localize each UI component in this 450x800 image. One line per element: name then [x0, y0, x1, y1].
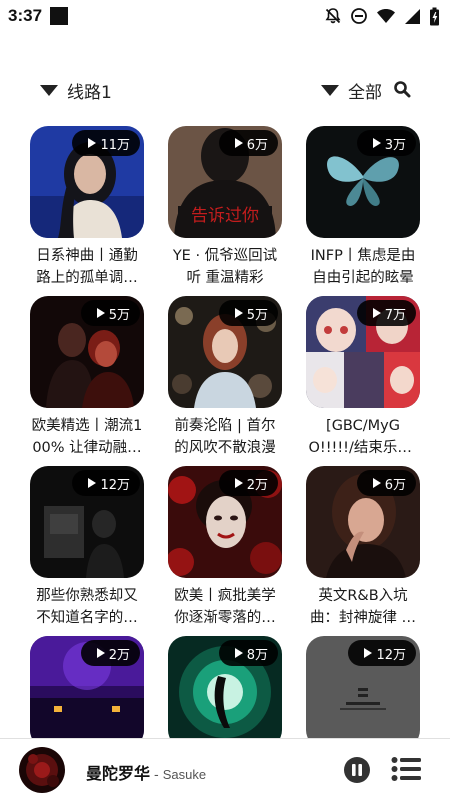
category-label: 全部 [348, 83, 382, 103]
muted-bell-icon [325, 8, 341, 24]
playlist-card[interactable]: 11万 日系神曲丨通勤路上的孤单调… [30, 126, 144, 289]
svg-text:告诉过你: 告诉过你 [191, 206, 259, 226]
play-count-badge: 12万 [72, 470, 140, 496]
playlist-card[interactable]: 12万 那些你熟悉却又不知道名字的… [30, 466, 144, 629]
play-count-badge: 5万 [80, 300, 140, 326]
playlist-title: 欧美精选丨潮流100% 让律动融… [31, 418, 143, 456]
play-count: 8万 [246, 647, 268, 663]
play-count: 6万 [384, 477, 406, 493]
play-count: 2万 [108, 647, 130, 663]
do-not-disturb-icon [351, 8, 367, 24]
play-icon [234, 308, 243, 318]
dark-room-cover-icon: 12万 [30, 466, 144, 578]
playlist-title: 日系神曲丨通勤路上的孤单调… [36, 248, 138, 286]
song-title: 曼陀罗华 [86, 764, 151, 783]
woman-portrait-cover-icon: 6万 [306, 466, 420, 578]
play-icon [96, 648, 105, 658]
play-icon [364, 648, 373, 658]
wifi-icon [377, 9, 395, 23]
playlist-title: 欧美丨疯批美学 你逐渐零落的… [174, 588, 276, 626]
green-swirl-cover-icon: 8万 [168, 636, 282, 738]
playlist-card[interactable]: 7万 [GBC/MyGO!!!!!/结束乐队]一次… [306, 296, 420, 459]
playlist-card[interactable]: 3万 INFP丨焦虑是由自由引起的眩晕 [306, 126, 420, 289]
filter-bar: 线路1 全部 [0, 70, 450, 110]
play-icon [234, 648, 243, 658]
anime-collage-cover-icon: 7万 [306, 296, 420, 408]
playlist-card[interactable]: 12万 [306, 636, 420, 738]
hoodie-red-text-cover-icon: 告诉过你 6万 [168, 126, 282, 238]
playlist-card[interactable]: 5万 欧美精选丨潮流100% 让律动融… [30, 296, 144, 459]
play-count-badge: 6万 [218, 130, 278, 156]
playlist-title: 英文R&B入坑曲：封神旋律 … [309, 588, 417, 626]
play-count: 6万 [246, 137, 268, 153]
play-count-badge: 8万 [218, 640, 278, 666]
purple-stage-cover-icon: 2万 [30, 636, 144, 738]
category-dropdown[interactable]: 全部 [321, 78, 382, 103]
playlist-card[interactable]: 2万 欧美丨疯批美学 你逐渐零落的… [168, 466, 282, 629]
play-count: 11万 [100, 137, 130, 153]
search-button[interactable] [393, 80, 411, 102]
playlist-title: [GBC/MyGO!!!!!/结束乐队]一次… [308, 418, 418, 456]
play-count: 7万 [384, 307, 406, 323]
playlist-card[interactable]: 告诉过你 6万 YE · 侃爷巡回试听 重温精彩 [168, 126, 282, 289]
search-icon [394, 81, 411, 98]
play-count-badge: 2万 [218, 470, 278, 496]
now-playing-info[interactable]: 曼陀罗华 - Sasuke [86, 760, 206, 784]
playlist-grid: 11万 日系神曲丨通勤路上的孤单调… 告诉过你 6万 YE · 侃爷巡回试听 重… [0, 126, 450, 738]
pause-icon [344, 757, 370, 783]
playlist-card[interactable]: 2万 [30, 636, 144, 738]
butterfly-dark-cover-icon: 3万 [306, 126, 420, 238]
playlist-card[interactable]: 5万 前奏沦陷 | 首尔的风吹不散浪漫 [168, 296, 282, 459]
play-icon [88, 478, 97, 488]
play-count-badge: 12万 [348, 640, 416, 666]
play-icon [234, 478, 243, 488]
play-icon [372, 138, 381, 148]
caret-down-icon [321, 85, 339, 96]
play-count: 5万 [246, 307, 268, 323]
battery-icon [430, 7, 439, 25]
song-separator: - [154, 768, 159, 783]
route-dropdown[interactable]: 线路1 [40, 78, 112, 103]
album-art-icon[interactable] [19, 747, 65, 793]
pause-button[interactable] [343, 756, 371, 788]
gray-text-cover-icon: 12万 [306, 636, 420, 738]
play-count: 12万 [376, 647, 406, 663]
play-count-badge: 5万 [218, 300, 278, 326]
status-bar: 3:37 [0, 0, 450, 32]
play-icon [372, 478, 381, 488]
play-icon [96, 308, 105, 318]
route-label: 线路1 [67, 83, 112, 103]
face-red-roses-cover-icon: 2万 [168, 466, 282, 578]
play-count-badge: 2万 [80, 640, 140, 666]
playlist-title: 前奏沦陷 | 首尔的风吹不散浪漫 [174, 418, 276, 456]
play-count-badge: 3万 [356, 130, 416, 156]
mini-player[interactable]: 曼陀罗华 - Sasuke [0, 738, 450, 800]
play-count-badge: 6万 [356, 470, 416, 496]
play-icon [234, 138, 243, 148]
couple-dark-red-cover-icon: 5万 [30, 296, 144, 408]
song-artist: Sasuke [162, 767, 207, 782]
playlist-card[interactable]: 8万 [168, 636, 282, 738]
play-count-badge: 11万 [72, 130, 140, 156]
cellular-signal-icon [405, 8, 420, 24]
girl-flowers-cover-icon: 5万 [168, 296, 282, 408]
girl-portrait-blue-cover-icon: 11万 [30, 126, 144, 238]
play-icon [372, 308, 381, 318]
caret-down-icon [40, 85, 58, 96]
queue-list-icon [391, 757, 421, 781]
playlist-title: YE · 侃爷巡回试听 重温精彩 [172, 248, 278, 286]
play-count: 3万 [384, 137, 406, 153]
play-count: 2万 [246, 477, 268, 493]
play-count: 12万 [100, 477, 130, 493]
play-count: 5万 [108, 307, 130, 323]
playlist-title: 那些你熟悉却又不知道名字的… [36, 588, 138, 626]
play-icon [88, 138, 97, 148]
status-time: 3:37 [8, 6, 43, 25]
playlist-title: INFP丨焦虑是由自由引起的眩晕 [310, 248, 416, 286]
playlist-queue-button[interactable] [391, 756, 421, 786]
play-count-badge: 7万 [356, 300, 416, 326]
notification-square-icon [50, 7, 69, 25]
playlist-card[interactable]: 6万 英文R&B入坑曲：封神旋律 … [306, 466, 420, 629]
